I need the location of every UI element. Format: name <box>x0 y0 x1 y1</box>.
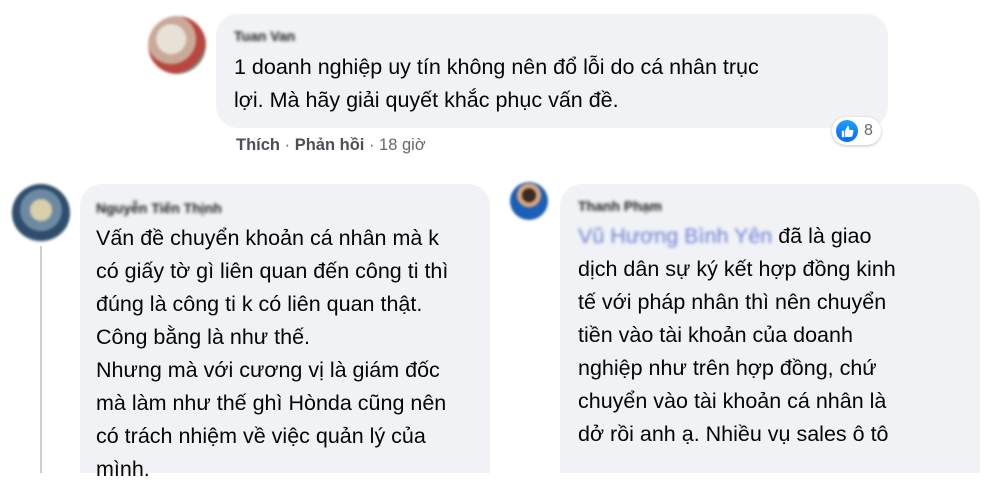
avatar[interactable] <box>510 182 548 220</box>
comment-author[interactable]: Tuan Van <box>234 28 295 44</box>
comment-author[interactable]: Nguyễn Tiến Thịnh <box>96 200 222 216</box>
comment-timestamp[interactable]: 18 giờ <box>379 136 426 154</box>
reaction-count: 8 <box>864 122 873 139</box>
comment-text-body: đã là giao dịch dân sự ký kết hợp đồng k… <box>578 224 896 446</box>
reaction-summary[interactable]: 8 <box>832 117 881 145</box>
comment-author[interactable]: Thanh Phạm <box>578 198 662 214</box>
comment-bubble: Tuan Van 1 doanh nghiệp uy tín không nên… <box>216 14 888 128</box>
comment-bubble: Nguyễn Tiến Thịnh Vấn đề chuyển khoản cá… <box>80 184 490 481</box>
separator-dot: · <box>368 136 380 154</box>
avatar[interactable] <box>148 16 206 74</box>
reply-link[interactable]: Phản hồi <box>295 136 365 154</box>
comment-bubble: Thanh Phạm Vũ Hương Bình Yên đã là giao … <box>560 184 980 473</box>
comment-text: Vấn đề chuyển khoản cá nhân mà k có giấy… <box>96 226 449 481</box>
comment-text: 1 doanh nghiệp uy tín không nên đổ lỗi d… <box>234 55 759 112</box>
comment-actions: Thích · Phản hồi · 18 giờ <box>236 136 426 155</box>
comment-text: Vũ Hương Bình Yên đã là giao dịch dân sự… <box>578 220 896 451</box>
thread-line <box>40 246 42 473</box>
like-link[interactable]: Thích <box>236 136 280 154</box>
like-icon <box>836 120 858 142</box>
avatar[interactable] <box>12 184 70 242</box>
mention-link[interactable]: Vũ Hương Bình Yên <box>578 224 772 248</box>
separator-dot: · <box>284 136 295 154</box>
